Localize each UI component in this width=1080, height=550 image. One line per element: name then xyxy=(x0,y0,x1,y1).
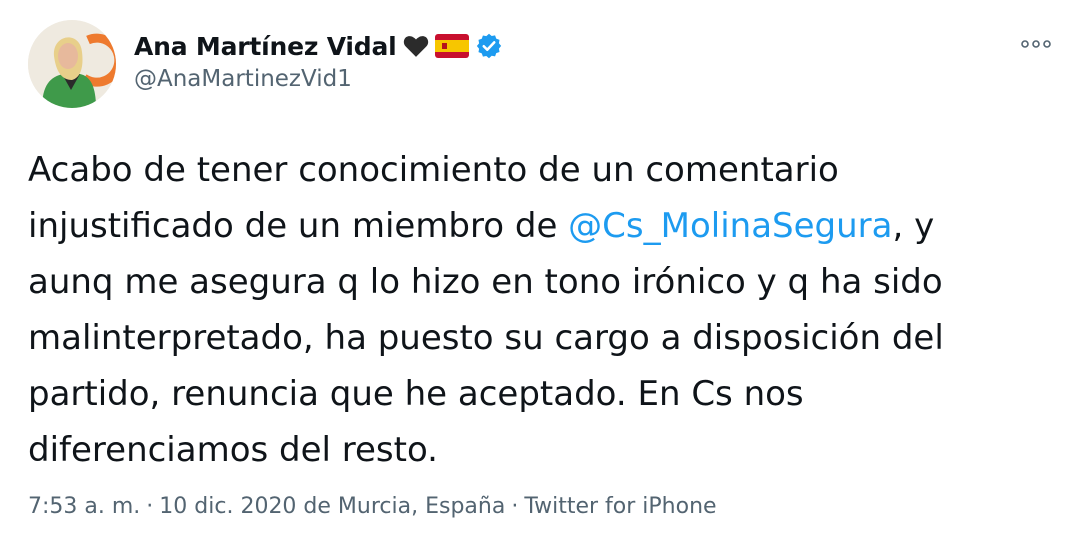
mention-link[interactable]: @Cs_MolinaSegura xyxy=(568,206,892,246)
tweet-text-segment: , y xyxy=(892,206,935,246)
tweet-text-segment: aunq me asegura q lo hizo en tono irónic… xyxy=(28,262,943,302)
tweet-card: Ana Martínez Vidal @AnaMartinezVid1 Acab… xyxy=(0,0,1080,550)
more-options-button[interactable] xyxy=(1018,30,1054,58)
meta-separator: · xyxy=(146,494,154,519)
tweet-metadata: 7:53 a. m. · 10 dic. 2020 de Murcia, Españ… xyxy=(28,494,717,519)
tweet-text-segment: malinterpretado, ha puesto su cargo a di… xyxy=(28,318,944,358)
tweet-time[interactable]: 7:53 a. m. xyxy=(28,494,140,519)
more-icon xyxy=(1021,40,1051,48)
tweet-text-segment: injustificado de un miembro de xyxy=(28,206,569,246)
tweet-text-line: diferenciamos del resto. xyxy=(28,422,1058,478)
tweet-date-location[interactable]: 10 dic. 2020 de Murcia, España xyxy=(159,494,505,519)
verified-badge-icon xyxy=(476,33,501,59)
black-heart-icon xyxy=(403,36,428,57)
tweet-text-segment: diferenciamos del resto. xyxy=(28,430,438,470)
tweet-text-line: malinterpretado, ha puesto su cargo a di… xyxy=(28,310,1058,366)
avatar[interactable] xyxy=(28,20,116,108)
display-name[interactable]: Ana Martínez Vidal xyxy=(134,32,397,61)
author-name-row[interactable]: Ana Martínez Vidal xyxy=(134,28,503,64)
meta-separator: · xyxy=(511,494,519,519)
tweet-text-line: Acabo de tener conocimiento de un coment… xyxy=(28,142,1058,198)
tweet-text-line: partido, renuncia que he aceptado. En Cs… xyxy=(28,366,1058,422)
tweet-text: Acabo de tener conocimiento de un coment… xyxy=(28,142,1058,478)
tweet-text-segment: partido, renuncia que he aceptado. En Cs… xyxy=(28,374,804,414)
tweet-text-line: aunq me asegura q lo hizo en tono irónic… xyxy=(28,254,1058,310)
tweet-source[interactable]: Twitter for iPhone xyxy=(524,494,716,519)
avatar-photo xyxy=(28,20,116,108)
author-handle[interactable]: @AnaMartinezVid1 xyxy=(134,66,352,92)
tweet-text-line: injustificado de un miembro de @Cs_Molin… xyxy=(28,198,1058,254)
spain-flag-icon xyxy=(434,34,469,58)
tweet-text-segment: Acabo de tener conocimiento de un coment… xyxy=(28,150,839,190)
